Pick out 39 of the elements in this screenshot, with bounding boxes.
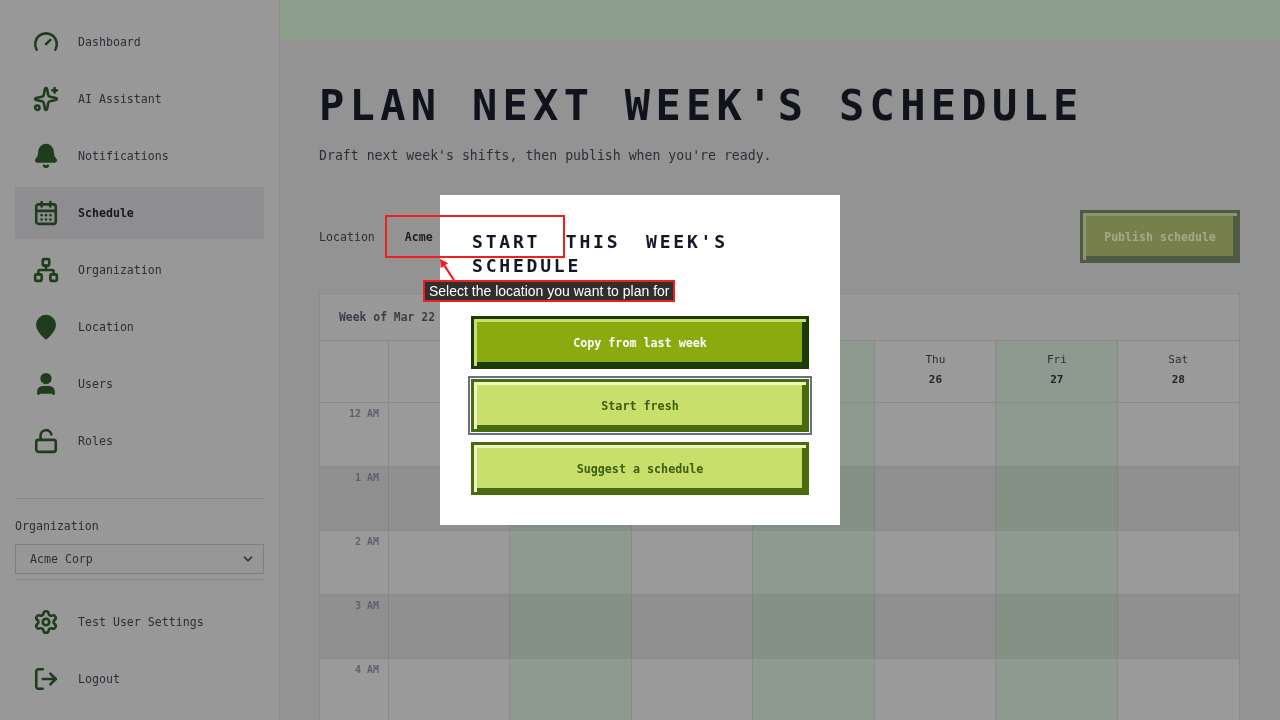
nav-item[interactable]: Organization [15, 244, 264, 296]
weekday-label: Sat [1168, 353, 1189, 367]
tour-tooltip: Select the location you want to plan for [423, 280, 676, 302]
page-title: PLAN NEXT WEEK'S SCHEDULE [319, 82, 1085, 130]
page-subtitle: Draft next week's shifts, then publish when you're ready. [319, 147, 773, 165]
nav-item[interactable]: Logout [15, 653, 264, 705]
hour-label: 4 AM [354, 663, 379, 677]
nav-item[interactable]: Location [15, 301, 264, 353]
nav-item[interactable]: AI Assistant [15, 73, 264, 125]
action-button[interactable]: Start fresh [468, 376, 812, 435]
settings-icon [33, 609, 59, 635]
nav-item[interactable]: Users [15, 358, 264, 410]
weekday-label: Fri [1046, 353, 1067, 367]
logout-icon [33, 666, 59, 692]
dialog-title: START THIS WEEK'S SCHEDULE [472, 230, 729, 278]
nav-item[interactable]: Schedule [15, 187, 264, 239]
hour-label: 12 AM [348, 407, 379, 421]
date-label: 27 [1050, 373, 1064, 387]
location-select[interactable]: Acme [384, 216, 439, 257]
padlock-icon [33, 428, 59, 454]
hour-label: 2 AM [354, 535, 379, 549]
week-label: Week of Mar 22 [339, 310, 435, 324]
location-label: Location [319, 229, 375, 244]
weekday-label: Thu [925, 353, 946, 367]
nav-item[interactable]: Dashboard [15, 16, 264, 68]
bell-icon [33, 143, 59, 169]
action-button[interactable]: Suggest a schedule [471, 442, 809, 495]
org-chart-icon [33, 257, 59, 283]
sparkle-icon [33, 86, 59, 112]
nav-item[interactable]: Roles [15, 415, 264, 467]
nav-item[interactable]: Test User Settings [15, 596, 264, 648]
calendar-icon [33, 200, 59, 226]
date-label: 28 [1171, 373, 1185, 387]
organization-select[interactable]: Acme Corp [15, 544, 264, 574]
organization-label: Organization [15, 518, 100, 534]
nav-item[interactable]: Notifications [15, 130, 264, 182]
date-label: 26 [928, 373, 943, 387]
map-pin-icon [33, 314, 59, 340]
action-button[interactable]: Copy from last week [471, 316, 809, 369]
